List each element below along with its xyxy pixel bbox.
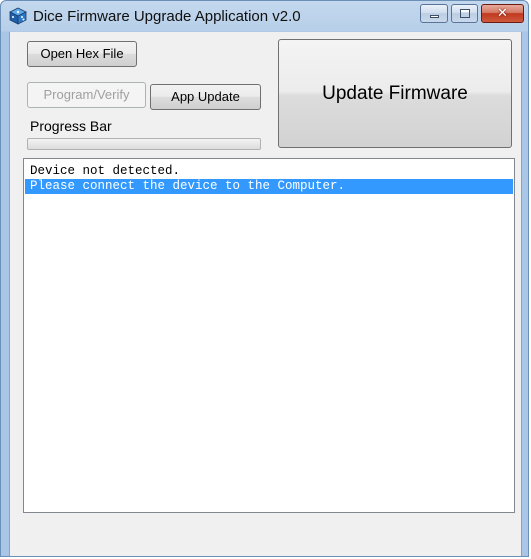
client-area: Open Hex File Program/Verify App Update …: [9, 32, 522, 556]
progress-bar-label: Progress Bar: [30, 118, 112, 134]
window-title: Dice Firmware Upgrade Application v2.0: [33, 8, 301, 25]
program-verify-button[interactable]: Program/Verify: [27, 82, 146, 108]
maximize-icon: [460, 9, 470, 18]
status-log[interactable]: Device not detected. Please connect the …: [23, 158, 515, 513]
dice-icon: [9, 7, 27, 25]
app-window: Dice Firmware Upgrade Application v2.0 ✕…: [0, 0, 529, 557]
minimize-button[interactable]: [420, 4, 448, 23]
log-line-selected[interactable]: Please connect the device to the Compute…: [25, 179, 513, 194]
open-hex-file-button[interactable]: Open Hex File: [27, 41, 137, 67]
progress-bar: [27, 138, 261, 150]
close-icon: ✕: [497, 6, 508, 21]
title-bar[interactable]: Dice Firmware Upgrade Application v2.0 ✕: [1, 1, 528, 31]
close-button[interactable]: ✕: [481, 4, 524, 23]
minimize-icon: [430, 15, 439, 18]
app-update-button[interactable]: App Update: [150, 84, 261, 110]
log-line[interactable]: Device not detected.: [25, 164, 513, 179]
maximize-button[interactable]: [451, 4, 478, 23]
update-firmware-button[interactable]: Update Firmware: [278, 39, 512, 148]
